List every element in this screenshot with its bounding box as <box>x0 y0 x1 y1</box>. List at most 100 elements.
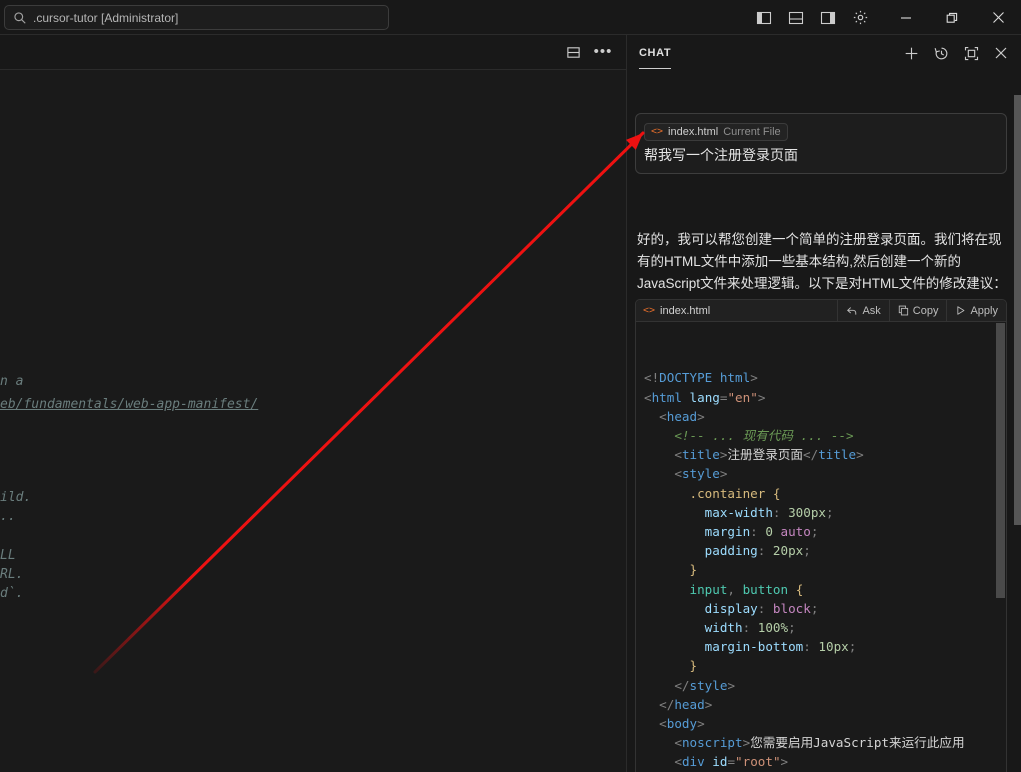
code-token: 20px <box>773 543 803 558</box>
code-token: : <box>750 524 765 539</box>
minimize-button[interactable] <box>883 0 929 35</box>
settings-button[interactable] <box>845 4 875 32</box>
code-token: } <box>690 562 698 577</box>
code-token: DOCTYPE <box>659 370 712 385</box>
code-token: button <box>743 582 789 597</box>
code-token: style <box>690 678 728 693</box>
code-token: { <box>773 486 781 501</box>
apply-button[interactable]: Apply <box>946 300 1006 322</box>
code-block-scrollbar[interactable] <box>996 323 1005 598</box>
code-line: <head> <box>644 407 1006 426</box>
code-token: ; <box>811 524 819 539</box>
minimize-icon <box>900 12 912 24</box>
code-token: 300px <box>788 505 826 520</box>
close-chat-button[interactable] <box>990 42 1012 64</box>
code-token: < <box>644 390 652 405</box>
maximize-chat-button[interactable] <box>960 42 982 64</box>
chat-header-actions <box>900 42 1012 64</box>
editor-line: d`. <box>0 586 23 601</box>
code-token: > <box>697 409 705 424</box>
editor-code-view[interactable]: n aeb/fundamentals/web-app-manifest/ild.… <box>0 70 626 772</box>
code-token <box>644 601 705 616</box>
code-token: head <box>667 409 697 424</box>
code-line: } <box>644 656 1006 675</box>
more-actions-button[interactable]: ••• <box>590 40 616 64</box>
code-token: > <box>856 447 864 462</box>
code-token: ; <box>811 601 819 616</box>
editor-line: RL. <box>0 567 23 582</box>
code-token: auto <box>781 524 811 539</box>
code-line: width: 100%; <box>644 618 1006 637</box>
code-line: <!-- ... 现有代码 ... --> <box>644 426 1006 445</box>
editor-scrollbar-track[interactable] <box>604 70 616 772</box>
code-block-content[interactable]: <!DOCTYPE html><html lang="en"> <head> <… <box>636 322 1006 772</box>
code-line: .container { <box>644 484 1006 503</box>
editor-toolbar: ••• <box>0 35 626 70</box>
code-token <box>644 735 674 750</box>
code-token: padding <box>705 543 758 558</box>
new-chat-button[interactable] <box>900 42 922 64</box>
code-token: html <box>652 390 682 405</box>
code-token: noscript <box>682 735 743 750</box>
toggle-primary-sidebar-button[interactable] <box>749 4 779 32</box>
code-token: = <box>727 754 735 769</box>
split-editor-button[interactable] <box>560 40 586 64</box>
code-token <box>644 562 690 577</box>
chat-input-text[interactable]: 帮我写一个注册登录页面 <box>644 146 998 165</box>
html-file-icon: <> <box>643 305 655 316</box>
code-token: style <box>682 466 720 481</box>
code-token: : <box>743 620 758 635</box>
code-token: "root" <box>735 754 781 769</box>
code-lines: <!DOCTYPE html><html lang="en"> <head> <… <box>644 368 1006 772</box>
context-file-chip[interactable]: <> index.html Current File <box>644 123 788 141</box>
code-token: > <box>781 754 789 769</box>
code-token: "en" <box>727 390 757 405</box>
editor-line: .. <box>0 509 16 524</box>
code-token: ; <box>788 620 796 635</box>
tab-chat[interactable]: CHAT <box>639 38 671 69</box>
code-line: <body> <box>644 714 1006 733</box>
ask-label: Ask <box>862 305 880 317</box>
code-token <box>644 466 674 481</box>
maximize-button[interactable] <box>929 0 975 35</box>
ask-button[interactable]: Ask <box>837 300 888 322</box>
code-token: </ <box>659 697 674 712</box>
titlebar-right-group <box>749 0 1021 35</box>
close-icon <box>992 11 1005 24</box>
html-file-icon: <> <box>651 127 663 137</box>
copy-icon <box>898 305 909 316</box>
chat-body: <> index.html Current File 帮我写一个注册登录页面 好… <box>627 71 1021 772</box>
code-block-actions: Ask Copy <box>837 300 1006 322</box>
chat-input-box[interactable]: <> index.html Current File 帮我写一个注册登录页面 <box>635 113 1007 174</box>
code-token: < <box>659 716 667 731</box>
quick-open-input[interactable]: .cursor-tutor [Administrator] <box>4 5 389 30</box>
code-token: ; <box>826 505 834 520</box>
code-token: } <box>690 658 698 673</box>
code-token: < <box>674 754 682 769</box>
toggle-secondary-sidebar-button[interactable] <box>813 4 843 32</box>
code-token <box>644 409 659 424</box>
code-token: ; <box>803 543 811 558</box>
toggle-panel-button[interactable] <box>781 4 811 32</box>
close-button[interactable] <box>975 0 1021 35</box>
chat-history-button[interactable] <box>930 42 952 64</box>
code-token <box>788 582 796 597</box>
code-block-header: <> index.html Ask <box>636 300 1006 322</box>
quick-open-text: .cursor-tutor [Administrator] <box>33 11 178 25</box>
code-token: > <box>697 716 705 731</box>
plus-icon <box>904 46 919 61</box>
code-token: id <box>712 754 727 769</box>
code-token: > <box>758 390 766 405</box>
copy-button[interactable]: Copy <box>889 300 947 322</box>
code-token: , <box>727 582 742 597</box>
code-token: > <box>720 466 728 481</box>
expand-icon <box>964 46 979 61</box>
code-block: <> index.html Ask <box>635 299 1007 772</box>
code-token: margin-bottom <box>705 639 804 654</box>
code-token: 您需要启用JavaScript来运行此应用 <box>750 735 964 750</box>
title-bar: .cursor-tutor [Administrator] <box>0 0 1021 35</box>
code-block-filename: index.html <box>660 305 710 317</box>
editor-line: n a <box>0 374 23 389</box>
code-token <box>644 697 659 712</box>
chat-panel-scrollbar[interactable] <box>1014 95 1021 525</box>
